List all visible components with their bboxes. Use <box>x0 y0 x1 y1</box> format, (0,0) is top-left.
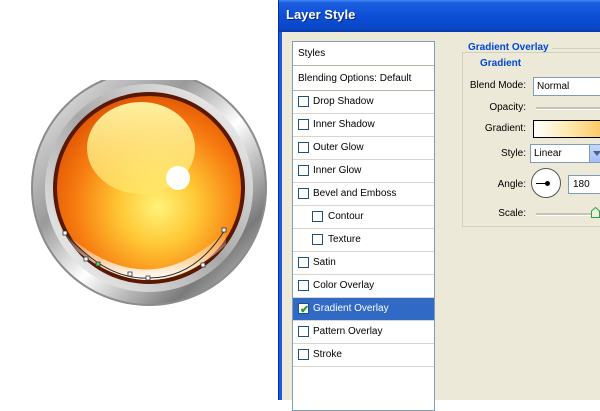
checkbox[interactable] <box>298 96 309 107</box>
dialog-title: Layer Style <box>286 7 356 22</box>
style-item-label: Satin <box>313 257 336 268</box>
opacity-slider[interactable] <box>536 107 600 110</box>
style-item-stroke[interactable]: Stroke <box>293 344 434 367</box>
checkbox[interactable] <box>298 188 309 199</box>
style-item-pattern-overlay[interactable]: Pattern Overlay <box>293 321 434 344</box>
style-item-label: Outer Glow <box>313 142 364 153</box>
style-item-label: Drop Shadow <box>313 96 374 107</box>
gradient-label: Gradient: <box>484 123 526 134</box>
checkbox[interactable] <box>298 349 309 360</box>
gradient-subtitle: Gradient <box>478 58 524 69</box>
styles-panel: Styles Blending Options: Default Drop Sh… <box>292 41 435 411</box>
style-label: Style: <box>500 148 526 159</box>
checkbox[interactable] <box>298 142 309 153</box>
styles-header[interactable]: Styles <box>293 42 434 66</box>
layer-style-dialog: Layer Style Styles Blending Options: Def… <box>278 0 600 411</box>
blend-mode-value: Normal <box>537 81 570 92</box>
style-item-label: Pattern Overlay <box>313 326 383 337</box>
style-item-label: Inner Glow <box>313 165 362 176</box>
canvas-area <box>0 0 278 400</box>
style-item-texture[interactable]: Texture <box>293 229 434 252</box>
checkbox[interactable] <box>298 119 309 130</box>
style-item-label: Bevel and Emboss <box>313 188 397 199</box>
dialog-body: Styles Blending Options: Default Drop Sh… <box>279 32 600 411</box>
style-select[interactable]: Linear <box>530 144 600 163</box>
style-item-label: Color Overlay <box>313 280 375 291</box>
checkbox[interactable] <box>312 211 323 222</box>
checkbox[interactable] <box>298 280 309 291</box>
checkbox[interactable] <box>298 165 309 176</box>
checkbox[interactable] <box>298 257 309 268</box>
scale-slider-thumb[interactable] <box>591 207 600 218</box>
style-item-color-overlay[interactable]: Color Overlay <box>293 275 434 298</box>
angle-center-dot <box>545 181 550 186</box>
style-item-label: Texture <box>328 234 361 245</box>
checkbox[interactable] <box>298 326 309 337</box>
angle-input[interactable]: 180 <box>568 175 600 194</box>
style-item-label: Gradient Overlay <box>313 303 389 314</box>
style-item-label: Contour <box>328 211 364 222</box>
gradient-picker[interactable] <box>533 120 600 138</box>
opacity-label: Opacity: <box>489 102 526 113</box>
checkbox[interactable]: ✔ <box>298 303 309 316</box>
group-divider <box>552 48 600 49</box>
checkmark-icon: ✔ <box>300 304 310 316</box>
style-item-label: Inner Shadow <box>313 119 375 130</box>
style-item-satin[interactable]: Satin <box>293 252 434 275</box>
orange-button-artwork <box>31 80 267 306</box>
style-item-gradient-overlay[interactable]: ✔ Gradient Overlay <box>293 298 434 321</box>
angle-label: Angle: <box>497 179 526 190</box>
checkbox[interactable] <box>312 234 323 245</box>
scale-label: Scale: <box>498 208 526 219</box>
style-value: Linear <box>534 148 562 159</box>
style-item-label: Stroke <box>313 349 342 360</box>
blend-mode-label: Blend Mode: <box>469 80 526 91</box>
chevron-down-icon[interactable] <box>589 145 600 162</box>
blend-mode-select[interactable]: Normal <box>533 77 600 96</box>
dialog-titlebar[interactable]: Layer Style <box>279 0 600 32</box>
angle-dial[interactable] <box>531 168 561 198</box>
